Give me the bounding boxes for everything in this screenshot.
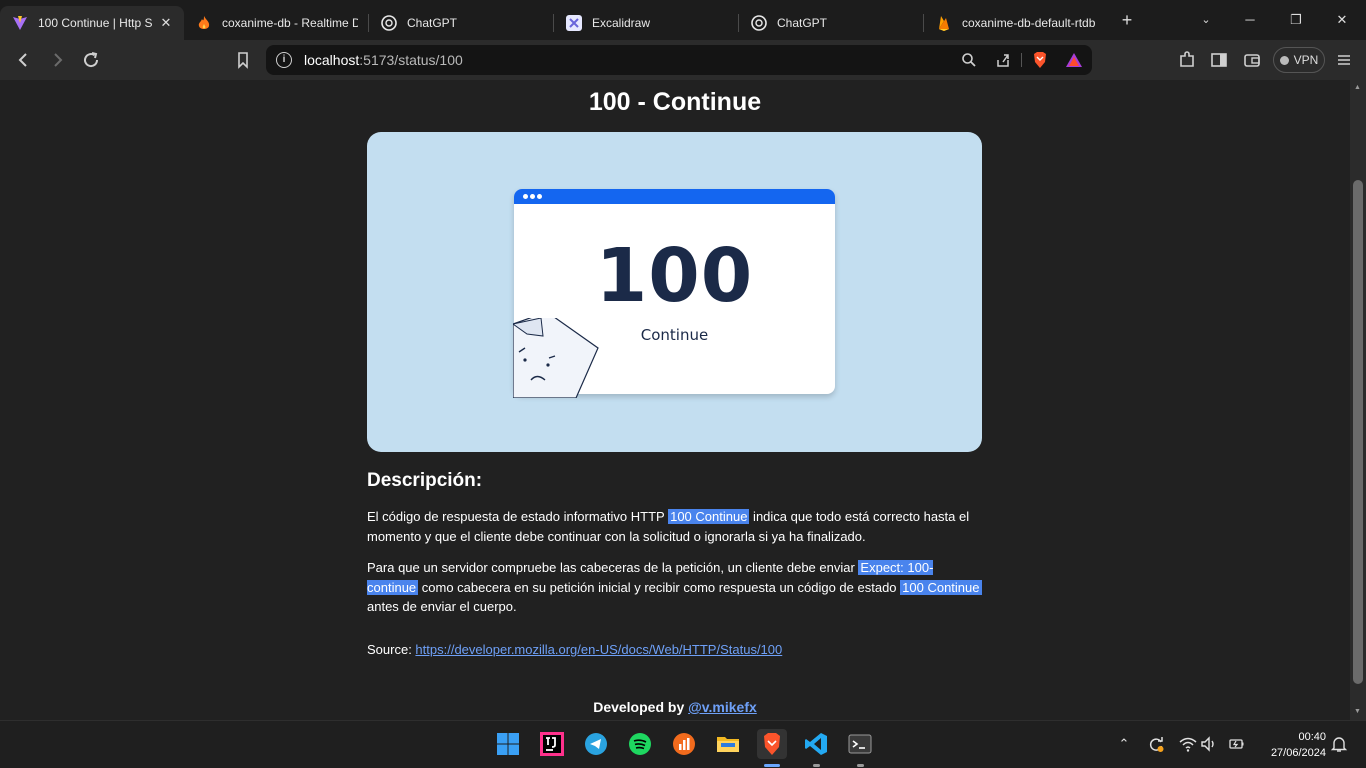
address-bar[interactable]: i localhost:5173/status/100 — [266, 45, 1092, 75]
active-app-indicator — [764, 764, 780, 767]
footer: Developed by @v.mikefx — [0, 699, 1350, 715]
menu-icon[interactable] — [1332, 48, 1356, 72]
page-title: 100 - Continue — [588, 88, 762, 116]
page-viewport: 100 - Continue 100 Continue Descripción:… — [0, 80, 1350, 720]
tab-chatgpt-2[interactable]: ChatGPT — [739, 6, 923, 40]
jetbrains-ide-icon[interactable] — [537, 729, 567, 759]
description-paragraph-2: Para que un servidor compruebe las cabec… — [367, 558, 982, 617]
footer-label: Developed by — [593, 699, 689, 715]
brave-rewards-icon[interactable] — [1065, 51, 1083, 69]
url-text[interactable]: localhost:5173/status/100 — [304, 52, 463, 68]
window-dot — [523, 194, 528, 199]
url-host: localhost — [304, 52, 360, 68]
firebase-icon — [936, 15, 952, 31]
url-path: :5173/status/100 — [359, 52, 463, 68]
vpn-button[interactable]: VPN — [1273, 47, 1325, 73]
stats-app-icon[interactable] — [669, 729, 699, 759]
wallet-icon[interactable] — [1240, 48, 1264, 72]
extensions-icon[interactable] — [1175, 48, 1199, 72]
status-code-highlight: 100 Continue — [900, 579, 982, 595]
vite-icon — [12, 15, 28, 31]
sidebar-icon[interactable] — [1207, 48, 1231, 72]
tab-title: Excalidraw — [592, 16, 651, 30]
tab-title: ChatGPT — [407, 16, 458, 30]
vscode-icon[interactable] — [801, 729, 831, 759]
firebase-flame-icon — [196, 15, 212, 31]
window-dot — [530, 194, 535, 199]
back-icon[interactable] — [12, 48, 36, 72]
running-app-indicator — [857, 764, 864, 767]
zoom-icon[interactable] — [960, 51, 978, 69]
paragraph-text: antes de enviar el cuerpo. — [367, 599, 517, 614]
tab-realtime-db[interactable]: coxanime-db - Realtime D — [184, 6, 368, 40]
site-info-icon[interactable]: i — [276, 52, 292, 68]
vpn-status-icon — [1279, 55, 1289, 65]
source-label: Source: — [367, 642, 416, 657]
tab-title: coxanime-db - Realtime D — [222, 16, 358, 30]
brave-browser-icon[interactable] — [757, 729, 787, 759]
file-explorer-icon[interactable] — [713, 729, 743, 759]
system-clock[interactable]: 00:40 27/06/2024 — [1248, 729, 1326, 761]
restore-icon[interactable]: ❐ — [1276, 6, 1316, 34]
telegram-icon[interactable] — [581, 729, 611, 759]
sad-paper-icon — [513, 318, 599, 398]
paragraph-text: El código de respuesta de estado informa… — [367, 509, 669, 524]
tab-firebase-rtdb[interactable]: coxanime-db-default-rtdb — [924, 6, 1108, 40]
volume-icon[interactable] — [1200, 735, 1218, 753]
tab-chatgpt-1[interactable]: ChatGPT — [369, 6, 553, 40]
running-app-indicator — [813, 764, 820, 767]
tab-strip: 100 Continue | Http St ✕ coxanime-db - R… — [0, 0, 1366, 40]
window-dot — [537, 194, 542, 199]
tab-title: 100 Continue | Http St — [38, 16, 152, 30]
sync-update-icon[interactable] — [1147, 735, 1165, 753]
vpn-label: VPN — [1293, 53, 1319, 67]
bookmark-icon[interactable] — [231, 48, 255, 72]
description-heading: Descripción: — [367, 470, 483, 491]
status-illustration: 100 Continue — [367, 132, 982, 452]
tab-excalidraw[interactable]: Excalidraw — [554, 6, 738, 40]
window-title-bar — [514, 189, 835, 204]
omnibox-divider — [1021, 53, 1022, 67]
window-close-icon[interactable]: ✕ — [1322, 6, 1362, 34]
chevron-down-icon[interactable]: ⌄ — [1196, 10, 1216, 30]
clock-time: 00:40 — [1298, 731, 1326, 743]
description-paragraph-1: El código de respuesta de estado informa… — [367, 507, 982, 546]
tray-overflow-icon[interactable]: ⌃ — [1115, 735, 1133, 753]
minimize-icon[interactable]: ─ — [1230, 6, 1270, 34]
tab-title: ChatGPT — [777, 16, 828, 30]
illustration-status-code: 100 — [595, 233, 754, 319]
chatgpt-icon — [381, 15, 397, 31]
clock-date: 27/06/2024 — [1270, 747, 1326, 759]
close-icon[interactable]: ✕ — [158, 15, 174, 31]
reload-icon[interactable] — [79, 48, 103, 72]
chatgpt-icon — [751, 15, 767, 31]
scroll-down-icon[interactable]: ▼ — [1354, 708, 1361, 715]
notification-bell-icon[interactable] — [1330, 735, 1348, 753]
new-tab-icon[interactable]: + — [1116, 10, 1138, 32]
battery-icon[interactable] — [1227, 735, 1245, 753]
wifi-icon[interactable] — [1179, 735, 1197, 753]
scroll-thumb[interactable] — [1353, 180, 1363, 684]
tab-title: coxanime-db-default-rtdb — [962, 16, 1096, 30]
paragraph-text: como cabecera en su petición inicial y r… — [418, 579, 901, 595]
tab-100-continue[interactable]: 100 Continue | Http St ✕ — [0, 6, 184, 40]
excalidraw-icon — [566, 15, 582, 31]
scroll-up-icon[interactable]: ▲ — [1354, 84, 1361, 91]
windows-start-icon[interactable] — [493, 729, 523, 759]
spotify-icon[interactable] — [625, 729, 655, 759]
brave-shields-icon[interactable] — [1031, 51, 1049, 69]
source-line: Source: https://developer.mozilla.org/en… — [367, 642, 782, 657]
status-code-highlight: 100 Continue — [668, 509, 750, 524]
vertical-scrollbar[interactable]: ▲ ▼ — [1350, 80, 1366, 720]
author-link[interactable]: @v.mikefx — [688, 699, 757, 715]
paragraph-text: Para que un servidor compruebe las cabec… — [367, 560, 859, 575]
share-icon[interactable] — [994, 51, 1012, 69]
source-link[interactable]: https://developer.mozilla.org/en-US/docs… — [415, 642, 782, 657]
terminal-icon[interactable] — [845, 729, 875, 759]
forward-icon[interactable] — [45, 48, 69, 72]
